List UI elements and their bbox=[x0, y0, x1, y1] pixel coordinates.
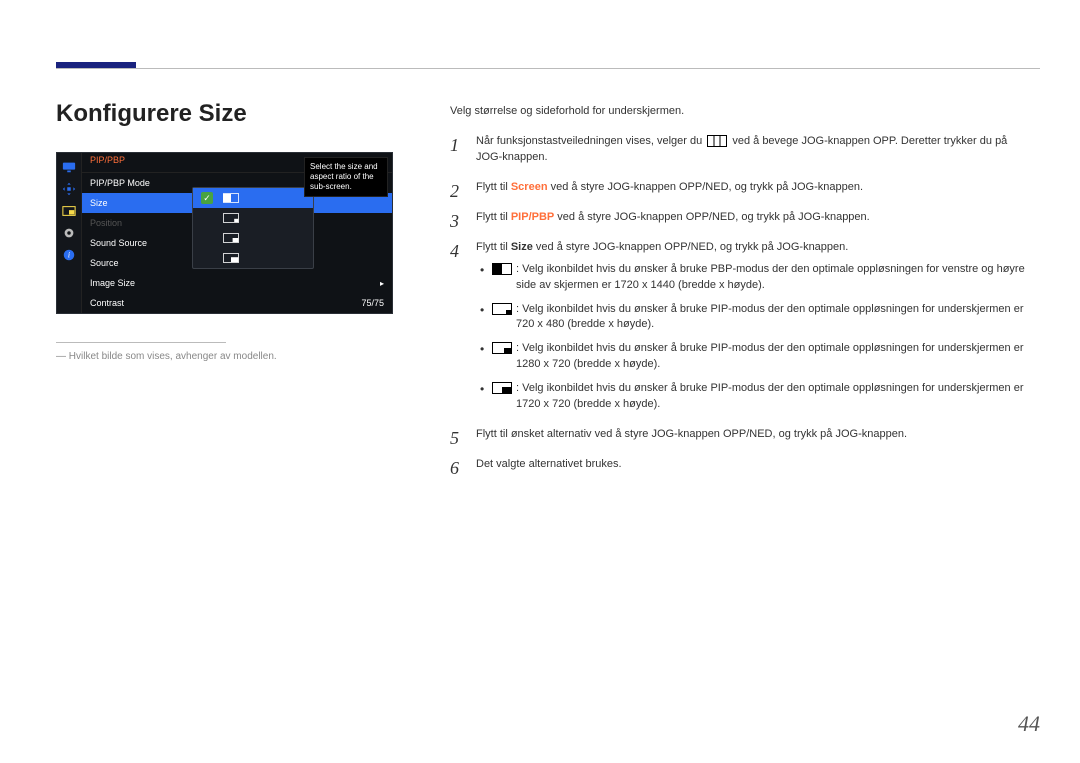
footnote-rule bbox=[56, 342, 226, 343]
svg-text:i: i bbox=[68, 251, 70, 260]
pip-small-icon bbox=[492, 303, 512, 315]
gear-icon bbox=[61, 225, 77, 241]
info-icon: i bbox=[61, 247, 77, 263]
pbp-split-icon bbox=[223, 193, 239, 203]
bullet-4: : Velg ikonbildet hvis du ønsker å bruke… bbox=[476, 381, 1030, 413]
step-5: Flytt til ønsket alternativ ved å styre … bbox=[450, 427, 1030, 443]
pip-large-icon bbox=[223, 253, 239, 263]
bullet-1: : Velg ikonbildet hvis du ønsker å bruke… bbox=[476, 262, 1030, 294]
monitor-icon bbox=[61, 159, 77, 175]
pip-small-icon bbox=[223, 213, 239, 223]
steps-list: Når funksjonstastveiledningen vises, vel… bbox=[450, 134, 1030, 473]
bullet-3: : Velg ikonbildet hvis du ønsker å bruke… bbox=[476, 341, 1030, 373]
step-1: Når funksjonstastveiledningen vises, vel… bbox=[450, 134, 1030, 166]
menu-grid-icon bbox=[707, 135, 727, 147]
left-column: Konfigurere Size i PIP/PBP PIP/PBP Mode … bbox=[56, 100, 426, 362]
pip-medium-icon bbox=[223, 233, 239, 243]
header-rule bbox=[56, 68, 1040, 69]
chevron-right-icon: ▸ bbox=[380, 279, 384, 288]
osd-tooltip: Select the size and aspect ratio of the … bbox=[304, 157, 388, 197]
osd-popup-option-4 bbox=[193, 248, 313, 268]
step-6: Det valgte alternativet brukes. bbox=[450, 457, 1030, 473]
step-2: Flytt til Screen ved å styre JOG-knappen… bbox=[450, 180, 1030, 196]
osd-popup-option-3 bbox=[193, 228, 313, 248]
right-column: Velg størrelse og sideforhold for unders… bbox=[450, 104, 1030, 487]
osd-screenshot: i PIP/PBP PIP/PBP Mode Size Position Sou… bbox=[56, 152, 393, 314]
pip-medium-icon bbox=[492, 342, 512, 354]
step-3: Flytt til PIP/PBP ved å styre JOG-knappe… bbox=[450, 210, 1030, 226]
osd-popup-option-2 bbox=[193, 208, 313, 228]
pip-large-icon bbox=[492, 382, 512, 394]
pip-icon bbox=[61, 203, 77, 219]
step-4: Flytt til Size ved å styre JOG-knappen O… bbox=[450, 240, 1030, 413]
check-icon: ✓ bbox=[201, 192, 213, 204]
bullet-2: : Velg ikonbildet hvis du ønsker å bruke… bbox=[476, 302, 1030, 334]
osd-row-imagesize: Image Size▸ bbox=[82, 273, 392, 293]
intro-text: Velg størrelse og sideforhold for unders… bbox=[450, 104, 1030, 120]
osd-row-contrast: Contrast75/75 bbox=[82, 293, 392, 313]
osd-popup-option-1: ✓ bbox=[193, 188, 313, 208]
pbp-split-icon bbox=[492, 263, 512, 275]
osd-size-popup: ✓ bbox=[192, 187, 314, 269]
page-title: Konfigurere Size bbox=[56, 100, 426, 128]
footnote: Hvilket bilde som vises, avhenger av mod… bbox=[56, 351, 426, 362]
header-accent bbox=[56, 62, 136, 68]
page-number: 44 bbox=[1018, 711, 1040, 737]
size-options: : Velg ikonbildet hvis du ønsker å bruke… bbox=[476, 262, 1030, 414]
move-icon bbox=[61, 181, 77, 197]
osd-sidebar: i bbox=[57, 153, 82, 313]
